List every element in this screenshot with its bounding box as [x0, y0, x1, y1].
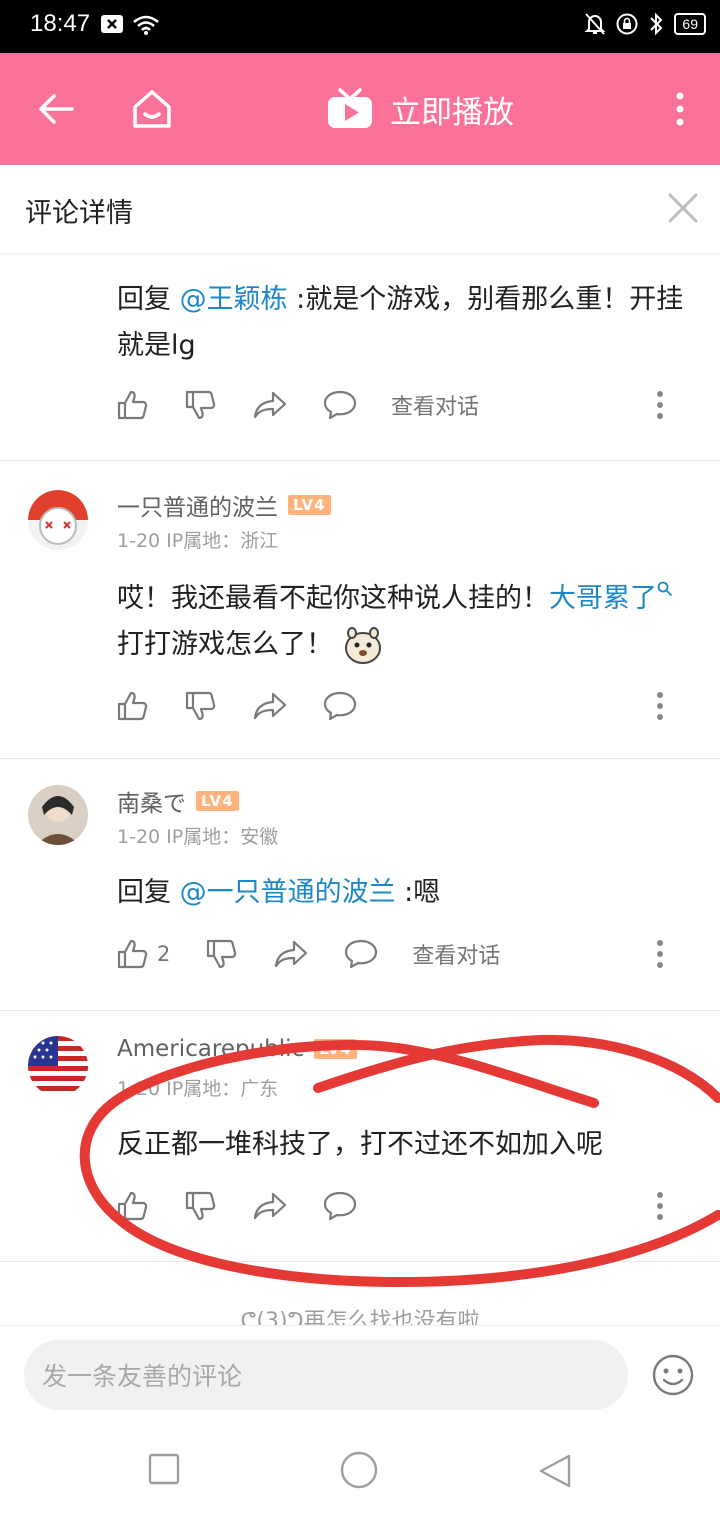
- view-conversation-link[interactable]: 查看对话: [412, 938, 500, 970]
- comment-actions: [117, 686, 357, 726]
- reply-icon[interactable]: [323, 1191, 357, 1221]
- comment-input-bar: [0, 1325, 720, 1426]
- share-icon[interactable]: [253, 391, 287, 419]
- play-now-button[interactable]: 立即播放: [326, 53, 514, 165]
- bell-off-icon: [585, 13, 606, 35]
- page-title: 评论详情: [25, 198, 133, 229]
- bluetooth-icon: [650, 12, 663, 36]
- avatar[interactable]: [28, 490, 88, 550]
- like-icon: [117, 939, 148, 969]
- username[interactable]: Americarepublic LV4: [117, 1036, 357, 1062]
- more-vertical-icon[interactable]: [656, 692, 664, 720]
- comment-actions: 查看对话: [117, 385, 479, 425]
- wifi-icon: [133, 15, 159, 35]
- comment-input[interactable]: [40, 1340, 604, 1412]
- status-bar: 18:47 69: [0, 0, 720, 53]
- username[interactable]: 南桑で LV4: [117, 784, 239, 818]
- like-icon[interactable]: [117, 691, 149, 721]
- back-button[interactable]: [34, 53, 78, 165]
- avatar[interactable]: [28, 1036, 88, 1096]
- reply-icon[interactable]: [344, 939, 378, 969]
- dislike-icon[interactable]: [185, 390, 217, 420]
- back-triangle-icon[interactable]: [538, 1453, 572, 1489]
- comment-text: 哎！我还最看不起你这种说人挂的！大哥累了打打游戏怎么了！: [117, 576, 697, 668]
- home-button[interactable]: [130, 53, 174, 165]
- more-vertical-icon[interactable]: [656, 940, 664, 968]
- app-bar: 立即播放: [0, 53, 720, 165]
- like-button[interactable]: 2: [117, 939, 170, 969]
- view-conversation-link[interactable]: 查看对话: [391, 389, 479, 421]
- search-icon: [657, 581, 673, 597]
- comment-actions: [117, 1186, 357, 1226]
- username[interactable]: 一只普通的波兰 LV4: [117, 488, 331, 522]
- search-keyword-link[interactable]: 大哥累了: [549, 581, 673, 614]
- reply-icon[interactable]: [323, 390, 357, 420]
- recent-apps-icon[interactable]: [148, 1453, 180, 1485]
- home-icon: [133, 90, 171, 128]
- dislike-icon[interactable]: [185, 1191, 217, 1221]
- divider: [0, 1010, 720, 1011]
- divider: [0, 460, 720, 461]
- more-vertical-icon[interactable]: [656, 391, 664, 419]
- comment-actions: 2 查看对话: [117, 934, 500, 974]
- play-now-label: 立即播放: [390, 94, 514, 131]
- divider: [0, 1261, 720, 1262]
- share-icon[interactable]: [253, 692, 287, 720]
- comment-text: 反正都一堆科技了，打不过还不如加入呢: [117, 1129, 603, 1160]
- battery-icon: 69: [674, 13, 706, 35]
- divider: [0, 758, 720, 759]
- more-vertical-icon: [676, 92, 684, 126]
- like-icon[interactable]: [117, 390, 149, 420]
- tv-play-icon: [328, 88, 372, 128]
- share-icon[interactable]: [274, 940, 308, 968]
- mention-link[interactable]: @王颖栋: [180, 284, 288, 315]
- more-vertical-icon[interactable]: [656, 1192, 664, 1220]
- level-badge: LV4: [196, 791, 239, 811]
- comment-text: 回复 @王颖栋 :就是个游戏，别看那么重！开挂就是lg: [117, 284, 684, 361]
- mention-link[interactable]: @一只普通的波兰: [180, 877, 396, 908]
- level-badge: LV4: [288, 495, 331, 515]
- close-box-icon: [101, 15, 123, 33]
- dislike-icon[interactable]: [185, 691, 217, 721]
- avatar[interactable]: [28, 785, 88, 845]
- close-icon[interactable]: [668, 193, 698, 223]
- comment-list[interactable]: 回复 @王颖栋 :就是个游戏，别看那么重！开挂就是lg 查看对话 一只普通的波兰…: [0, 253, 720, 1325]
- emoji-sticker-icon: [345, 626, 381, 664]
- system-nav-bar: [0, 1425, 720, 1520]
- comment-input-box[interactable]: [24, 1340, 628, 1412]
- comment-meta: 1-20 IP属地：广东: [117, 1078, 279, 1100]
- level-badge: LV4: [314, 1039, 357, 1059]
- like-icon[interactable]: [117, 1191, 149, 1221]
- back-arrow-icon: [39, 94, 74, 124]
- comment-meta: 1-20 IP属地：浙江: [117, 530, 279, 552]
- dislike-icon[interactable]: [206, 939, 238, 969]
- emoji-icon[interactable]: [652, 1354, 694, 1396]
- end-of-list-text: ᕦ(3)ᕤ再怎么找也没有啦: [240, 1309, 480, 1325]
- comment-detail-header: 评论详情: [0, 165, 720, 253]
- share-icon[interactable]: [253, 1192, 287, 1220]
- comment-text: 回复 @一只普通的波兰 :嗯: [117, 877, 441, 908]
- more-menu-button[interactable]: [664, 53, 696, 165]
- like-count: 2: [157, 942, 171, 966]
- reply-icon[interactable]: [323, 691, 357, 721]
- lock-icon: [616, 13, 638, 35]
- status-time: 18:47: [30, 10, 91, 37]
- comment-meta: 1-20 IP属地：安徽: [117, 826, 279, 848]
- home-circle-icon[interactable]: [340, 1451, 378, 1489]
